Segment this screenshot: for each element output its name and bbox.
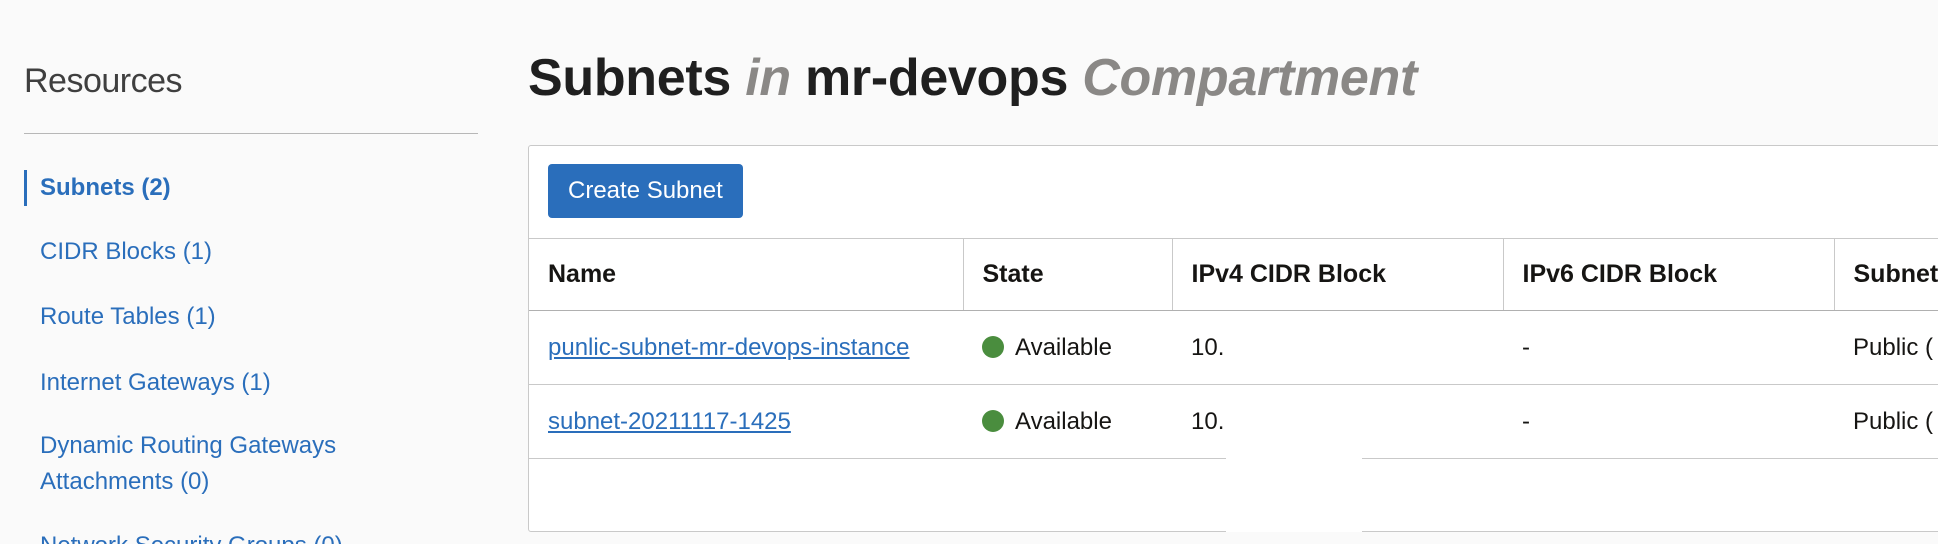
column-header-state[interactable]: State xyxy=(963,238,1173,311)
sidebar-item-internet-gateways[interactable]: Internet Gateways (1) xyxy=(24,365,478,401)
column-header-ipv6-cidr[interactable]: IPv6 CIDR Block xyxy=(1503,238,1835,311)
cell-name: subnet-20211117-1425 xyxy=(529,384,963,459)
cell-state: Available xyxy=(963,384,1172,459)
sidebar-divider xyxy=(24,133,478,134)
cell-ipv4: 10. xyxy=(1172,310,1503,385)
column-header-ipv4-cidr[interactable]: IPv4 CIDR Block xyxy=(1172,238,1504,311)
title-resource: Subnets xyxy=(528,49,732,107)
title-in: in xyxy=(745,49,791,107)
subnet-name-link[interactable]: punlic-subnet-mr-devops-instance xyxy=(548,334,910,361)
state-label: Available xyxy=(1015,333,1112,361)
title-compartment-name: mr-devops xyxy=(804,49,1069,107)
cell-state: Available xyxy=(963,310,1172,385)
sidebar-item-drg-attachments-count[interactable]: Attachments (0) xyxy=(24,464,478,500)
sidebar-item-subnets[interactable]: Subnets (2) xyxy=(24,170,478,206)
cell-ipv6: - xyxy=(1503,384,1834,459)
cell-name: punlic-subnet-mr-devops-instance xyxy=(529,310,963,385)
redacted-area xyxy=(1226,386,1362,532)
sidebar-item-drg-attachments[interactable]: Dynamic Routing Gateways xyxy=(24,428,478,464)
cell-ipv6: - xyxy=(1503,310,1834,385)
table-header-row: Name State IPv4 CIDR Block IPv6 CIDR Blo… xyxy=(529,238,1938,311)
title-compartment-suffix: Compartment xyxy=(1082,49,1417,107)
sidebar-heading: Resources xyxy=(24,62,183,100)
sidebar-item-route-tables[interactable]: Route Tables (1) xyxy=(24,299,478,335)
sidebar-item-cidr-blocks[interactable]: CIDR Blocks (1) xyxy=(24,234,478,270)
column-header-subnet-access[interactable]: Subnet xyxy=(1834,238,1938,311)
sidebar-item-network-security-groups[interactable]: Network Security Groups (0) xyxy=(24,528,478,544)
create-subnet-button[interactable]: Create Subnet xyxy=(548,164,743,218)
cell-subnet-access: Public ( xyxy=(1834,384,1938,459)
page: Resources Subnets (2) CIDR Blocks (1) Ro… xyxy=(0,0,1938,544)
subnets-panel: Create Subnet Name State IPv4 CIDR Block… xyxy=(528,145,1938,532)
table-row: punlic-subnet-mr-devops-instance Availab… xyxy=(529,310,1938,385)
cell-subnet-access: Public ( xyxy=(1834,310,1938,385)
page-title: Subnets in mr-devops Compartment xyxy=(528,48,1417,108)
subnet-name-link[interactable]: subnet-20211117-1425 xyxy=(548,408,791,435)
available-status-icon xyxy=(982,335,1004,358)
state-label: Available xyxy=(1015,407,1112,435)
available-status-icon xyxy=(982,409,1004,432)
column-header-name[interactable]: Name xyxy=(529,238,964,311)
